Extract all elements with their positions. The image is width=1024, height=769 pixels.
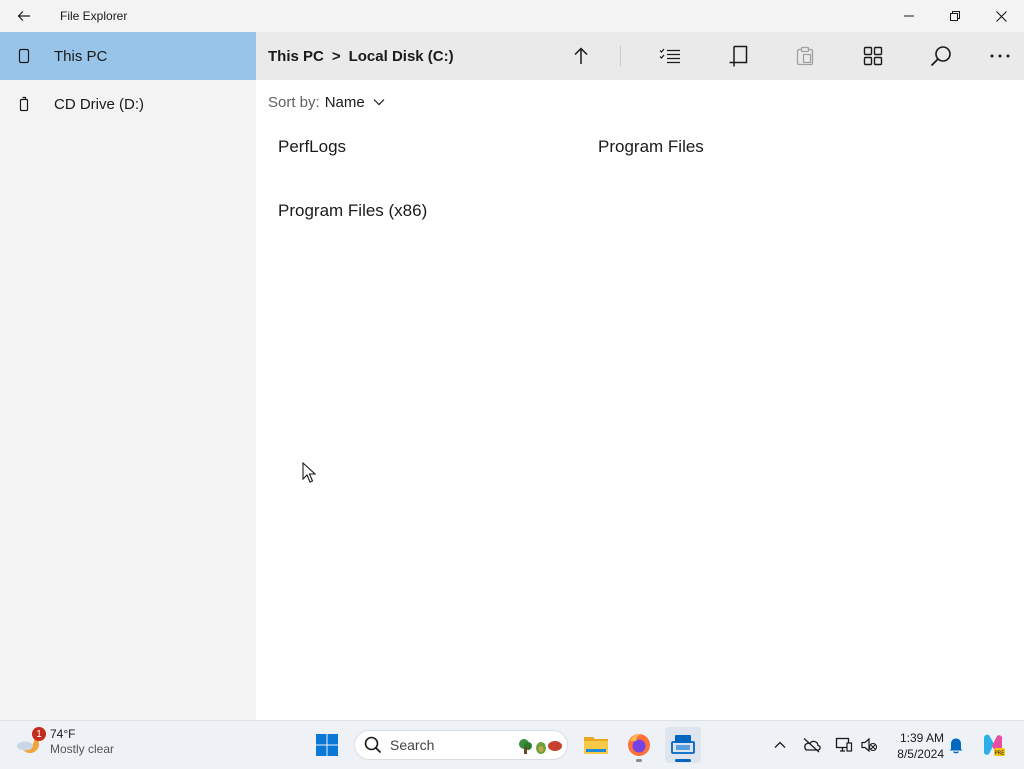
list-item[interactable]: Program Files (x86) [278, 201, 427, 221]
more-options-button[interactable] [983, 40, 1017, 72]
network-tray-icon[interactable] [834, 735, 854, 755]
search-button[interactable] [924, 40, 958, 72]
taskbar-file-explorer[interactable] [578, 727, 614, 763]
weather-badge: 1 [32, 727, 46, 741]
command-bar: This PC > Local Disk (C:) [256, 32, 1024, 80]
select-button[interactable] [653, 40, 687, 72]
minimize-button[interactable] [886, 0, 932, 32]
new-item-button[interactable] [721, 40, 755, 72]
clock[interactable]: 1:39 AM 8/5/2024 [888, 730, 944, 762]
up-button[interactable] [564, 40, 598, 72]
volume-muted-icon [861, 737, 878, 753]
running-indicator [636, 759, 642, 762]
network-icon [835, 737, 853, 752]
mouse-cursor-icon [302, 461, 317, 489]
view-button[interactable] [856, 40, 890, 72]
clock-date: 8/5/2024 [897, 747, 944, 761]
taskbar: 1 74°F Mostly clear Search 1:39 AM 8/5/2… [0, 720, 1024, 769]
title-bar: File Explorer [0, 0, 1024, 32]
back-arrow-icon [17, 11, 30, 21]
sidebar-item-cd-drive[interactable]: CD Drive (D:) [0, 80, 256, 128]
sidebar-item-label: CD Drive (D:) [54, 95, 144, 113]
grid-view-icon [863, 46, 883, 66]
sort-value[interactable]: Name [325, 94, 365, 111]
sidebar-item-this-pc[interactable]: This PC [0, 32, 256, 80]
volume-tray-icon[interactable] [859, 735, 879, 755]
cloud-offline-icon [803, 738, 821, 753]
sort-control[interactable]: Sort by: Name [268, 92, 385, 112]
paste-button[interactable] [788, 40, 822, 72]
navigation-pane: This PC CD Drive (D:) [0, 32, 256, 720]
taskbar-search[interactable]: Search [354, 730, 568, 760]
firefox-icon [628, 734, 650, 756]
windows-logo-icon [316, 734, 338, 756]
start-button[interactable] [309, 727, 345, 763]
active-indicator [675, 759, 691, 762]
arrow-up-icon [574, 47, 588, 64]
toolbar-divider [620, 46, 621, 66]
app-window-icon [671, 735, 695, 754]
restore-icon [950, 11, 960, 21]
copilot-icon: PRE [983, 734, 1005, 757]
folder-icon [584, 737, 608, 754]
chevron-down-icon[interactable] [373, 98, 385, 106]
window-controls [886, 0, 1024, 32]
weather-widget[interactable]: 1 74°F Mostly clear [14, 727, 114, 757]
close-button[interactable] [978, 0, 1024, 32]
minimize-icon [904, 15, 914, 17]
svg-text:PRE: PRE [995, 751, 1005, 757]
onedrive-tray-icon[interactable] [802, 735, 822, 755]
list-item[interactable]: Program Files [598, 137, 704, 157]
window-title: File Explorer [60, 9, 128, 23]
back-button[interactable] [0, 0, 48, 32]
pc-icon [0, 48, 54, 64]
search-placeholder: Search [390, 737, 435, 753]
sidebar-item-label: This PC [54, 47, 108, 65]
taskbar-firefox[interactable] [621, 727, 657, 763]
search-icon [364, 736, 382, 754]
weather-condition: Mostly clear [50, 742, 115, 756]
new-item-icon [729, 45, 748, 67]
search-icon [930, 46, 951, 67]
show-hidden-icons-button[interactable] [770, 735, 790, 755]
clipboard-icon [796, 46, 814, 66]
bell-icon [949, 738, 963, 754]
more-icon [990, 54, 1010, 58]
close-icon [995, 10, 1007, 22]
command-buttons [256, 32, 1024, 80]
copilot-button[interactable]: PRE [980, 732, 1006, 758]
restore-button[interactable] [932, 0, 978, 32]
notifications-button[interactable] [946, 735, 966, 755]
clock-time: 1:39 AM [899, 731, 944, 745]
sort-label: Sort by: [268, 93, 320, 111]
search-highlight-icon [519, 739, 562, 754]
drive-icon [0, 96, 54, 112]
taskbar-active-app[interactable] [665, 727, 701, 763]
list-item[interactable]: PerfLogs [278, 137, 346, 157]
weather-temperature: 74°F [50, 727, 76, 741]
checklist-icon [659, 48, 680, 64]
chevron-up-icon [774, 741, 786, 748]
